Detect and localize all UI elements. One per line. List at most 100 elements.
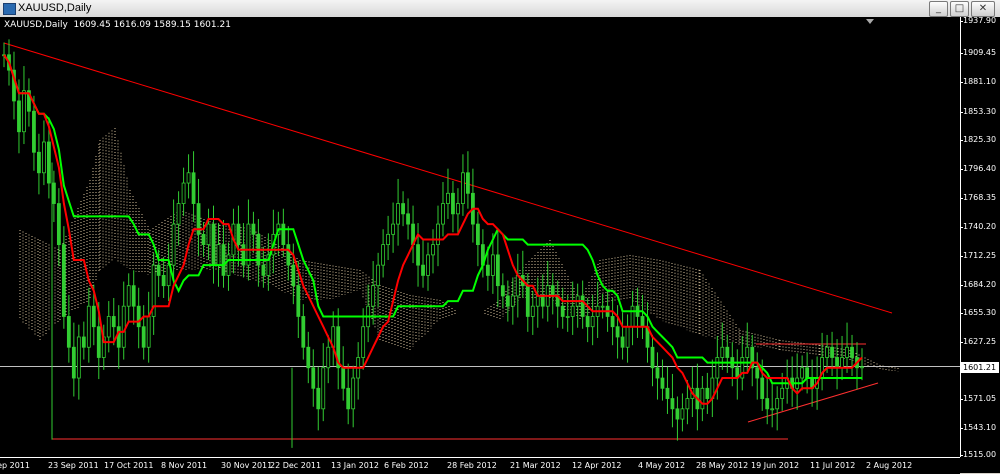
candle-body [835, 357, 839, 369]
candle-body [81, 336, 86, 348]
price-tick-label: 1853.30 [959, 107, 997, 116]
chart-shift-marker[interactable] [866, 19, 874, 24]
date-tick-label: 4 May 2012 [638, 461, 686, 470]
candle-body [66, 316, 71, 348]
candle-body [490, 254, 495, 276]
candle-body [116, 326, 121, 348]
candle-body [461, 172, 465, 204]
candle-body [840, 357, 844, 369]
candle-body [426, 254, 430, 276]
candle-body [296, 285, 301, 317]
price-axis[interactable]: 1937.90 1909.45 1881.10 1853.30 1825.30 1796.… [959, 16, 1000, 459]
close-button[interactable]: ✕ [971, 1, 995, 17]
price-tick-label: 1712.25 [959, 251, 997, 260]
date-tick-label: 23 Sep 2011 [48, 461, 99, 470]
candle-body [191, 172, 196, 204]
candle-body [670, 398, 675, 410]
date-tick-label: 28 May 2012 [696, 461, 749, 470]
candle-body [86, 305, 91, 348]
candle-body [281, 223, 286, 246]
date-tick-label: 17 Oct 2011 [104, 461, 154, 470]
date-tick-label: 28 Feb 2012 [447, 461, 497, 470]
candle-body [665, 387, 670, 399]
candle-body [600, 305, 605, 308]
price-tick-label: 1627.25 [959, 337, 997, 346]
candle-body [321, 367, 326, 410]
candle-body [860, 366, 864, 369]
candle-body [121, 305, 126, 348]
price-chart[interactable] [0, 17, 960, 457]
candle-body [495, 254, 500, 287]
maximize-button[interactable]: □ [950, 1, 969, 17]
candle-body [640, 316, 645, 328]
candle-body [535, 295, 540, 307]
chart-canvas[interactable] [0, 17, 960, 457]
candle-body [675, 408, 680, 420]
candle-body [241, 244, 246, 266]
price-tick-label: 1937.90 [959, 16, 997, 25]
candle-body [560, 305, 565, 317]
candle-body [211, 223, 216, 266]
candle-body [500, 285, 505, 297]
candle-body [825, 346, 829, 358]
candle-body [316, 387, 321, 410]
candle-body [436, 223, 440, 246]
price-tick-label: 1571.05 [959, 394, 997, 403]
date-tick-label: Sep 2011 [0, 461, 30, 470]
candle-body [386, 233, 391, 246]
candle-body [261, 264, 266, 276]
candle-body [206, 223, 211, 246]
price-tick-label: 1796.40 [959, 164, 997, 173]
candle-body [351, 377, 356, 410]
candle-body [46, 141, 51, 184]
candle-body [306, 346, 311, 369]
kijun-line [3, 54, 862, 385]
current-price-label: 1601.21 [961, 361, 999, 373]
candle-body [226, 254, 231, 276]
candle-body [446, 192, 450, 204]
candle-body [585, 316, 590, 328]
price-tick-label: 1515.00 [959, 450, 997, 459]
minimize-button[interactable]: _ [929, 1, 948, 17]
chart-window: XAUUSD,Daily _ □ ✕ XAUUSD,Daily 1609.45 … [0, 0, 1000, 474]
candle-body [141, 326, 146, 348]
candle-body [850, 346, 854, 358]
candle-body [106, 316, 111, 338]
date-tick-label: 30 Nov 2011 [221, 461, 273, 470]
candle-body [186, 172, 191, 184]
ichimoku-cloud [19, 128, 899, 372]
candle-body [291, 264, 296, 287]
candle-body [56, 203, 61, 246]
candle-body [431, 244, 435, 256]
title-bar[interactable]: XAUUSD,Daily _ □ ✕ [0, 0, 1000, 18]
date-tick-label: 19 Jun 2012 [751, 461, 800, 470]
candle-body [161, 275, 166, 287]
candle-body [755, 367, 760, 379]
candle-body [650, 346, 655, 369]
candle-body [251, 223, 256, 235]
date-tick-label: 21 Mar 2012 [510, 461, 561, 470]
candle-body [176, 203, 181, 225]
date-axis[interactable]: Sep 2011 23 Sep 2011 17 Oct 2011 8 Nov 2011… [0, 457, 960, 474]
candle-body [421, 264, 425, 276]
candle-body [485, 264, 490, 276]
date-tick-label: 12 Apr 2012 [572, 461, 622, 470]
candle-body [660, 377, 665, 389]
candle-body [466, 172, 470, 194]
candle-body [301, 316, 306, 348]
candle-body [156, 264, 161, 276]
candle-body [311, 367, 316, 389]
candle-body [391, 223, 395, 235]
candle-body [725, 346, 730, 358]
candle-body [620, 336, 625, 348]
candle-body [146, 316, 151, 348]
price-tick-label: 1543.10 [959, 423, 997, 432]
candle-body [765, 398, 770, 410]
candle-body [91, 305, 96, 328]
candle-body [565, 316, 570, 318]
candle-body [371, 285, 376, 307]
date-tick-label: 2 Aug 2012 [866, 461, 913, 470]
candle-body [505, 295, 510, 307]
date-tick-label: 22 Dec 2011 [270, 461, 322, 470]
candle-body [17, 100, 21, 133]
